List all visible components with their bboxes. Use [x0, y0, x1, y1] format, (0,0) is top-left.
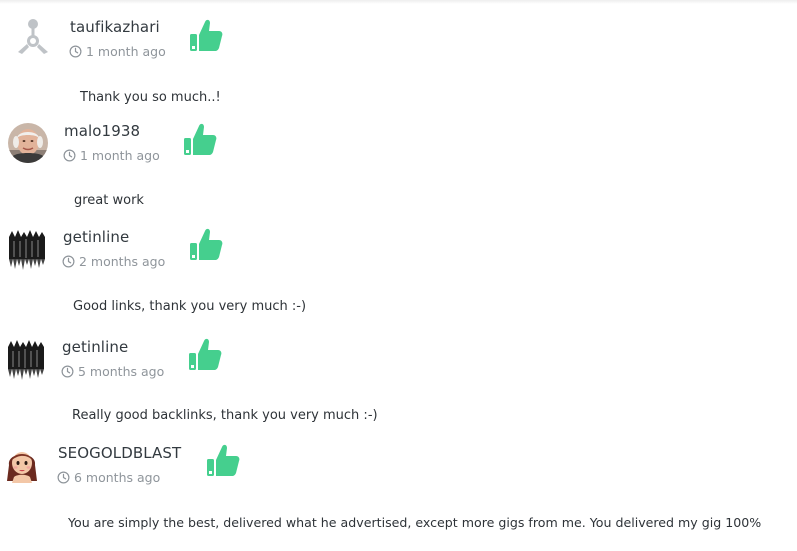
- review-time: 1 month ago: [63, 148, 160, 163]
- clock-icon: [62, 255, 75, 268]
- review-item: SEOGOLDBLAST 6 months ago You are simply…: [0, 0, 797, 530]
- time-text: 6 months ago: [74, 470, 161, 485]
- photo-avatar[interactable]: [7, 122, 49, 164]
- username[interactable]: getinline: [63, 228, 129, 246]
- thumbs-up-icon[interactable]: [205, 442, 241, 478]
- review-time: 5 months ago: [61, 364, 164, 379]
- clock-icon: [57, 471, 70, 484]
- thumbs-up-icon[interactable]: [182, 121, 218, 157]
- review-comment: You are simply the best, delivered what …: [68, 515, 762, 530]
- review-time: 6 months ago: [57, 470, 160, 485]
- review-comment: great work: [74, 193, 144, 208]
- time-text: 5 months ago: [78, 364, 165, 379]
- dark-graphic-avatar[interactable]: [5, 339, 47, 381]
- thumbs-up-icon[interactable]: [187, 336, 223, 372]
- review-time: 2 months ago: [62, 254, 165, 269]
- cartoon-woman-avatar[interactable]: [1, 443, 43, 485]
- review-comment: Good links, thank you very much :-): [73, 299, 307, 314]
- dark-graphic-avatar[interactable]: [6, 229, 48, 271]
- username[interactable]: malo1938: [64, 122, 140, 140]
- time-text: 2 months ago: [79, 254, 166, 269]
- clock-icon: [61, 365, 74, 378]
- username[interactable]: SEOGOLDBLAST: [58, 444, 181, 462]
- thumbs-up-icon[interactable]: [188, 226, 224, 262]
- clock-icon: [63, 149, 76, 162]
- username[interactable]: getinline: [62, 338, 128, 356]
- time-text: 1 month ago: [80, 148, 160, 163]
- review-comment: Really good backlinks, thank you very mu…: [72, 408, 378, 423]
